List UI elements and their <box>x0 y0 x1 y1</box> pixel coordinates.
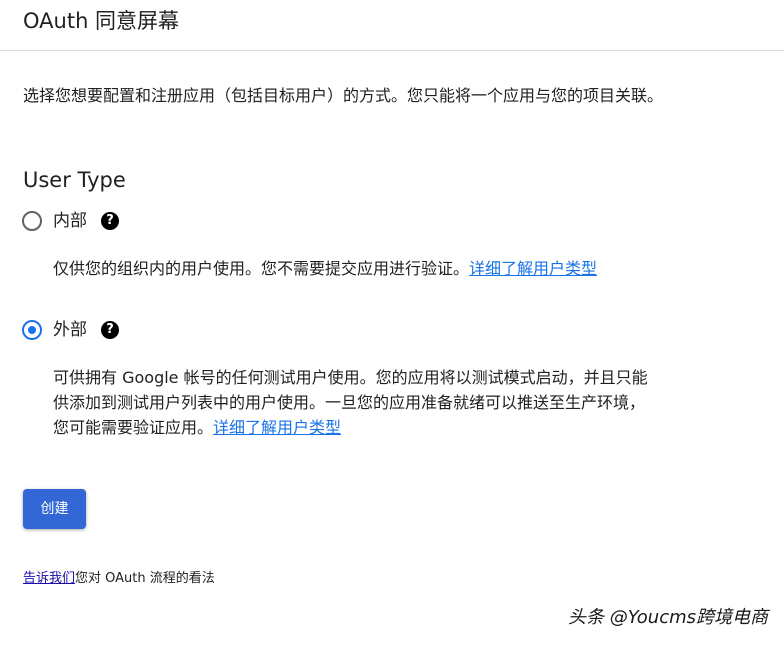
help-icon[interactable]: ? <box>101 212 119 230</box>
external-description-text: 可供拥有 Google 帐号的任何测试用户使用。您的应用将以测试模式启动，并且只… <box>53 368 648 437</box>
user-type-heading: User Type <box>23 168 126 192</box>
help-icon[interactable]: ? <box>101 321 119 339</box>
learn-more-link-internal[interactable]: 详细了解用户类型 <box>469 259 597 278</box>
create-button[interactable]: 创建 <box>23 489 86 529</box>
feedback-suffix: 您对 OAuth 流程的看法 <box>75 571 215 586</box>
page-title: OAuth 同意屏幕 <box>23 9 180 33</box>
watermark: 头条 @Youcms跨境电商 <box>568 607 768 628</box>
radio-option-external[interactable]: 外部 ? <box>22 319 119 341</box>
radio-internal[interactable] <box>22 211 42 231</box>
radio-option-internal[interactable]: 内部 ? <box>22 210 119 232</box>
internal-description-text: 仅供您的组织内的用户使用。您不需要提交应用进行验证。 <box>53 259 470 278</box>
intro-text: 选择您想要配置和注册应用（包括目标用户）的方式。您只能将一个应用与您的项目关联。 <box>23 86 664 105</box>
external-description: 可供拥有 Google 帐号的任何测试用户使用。您的应用将以测试模式启动，并且只… <box>53 365 658 440</box>
internal-description: 仅供您的组织内的用户使用。您不需要提交应用进行验证。详细了解用户类型 <box>53 256 658 281</box>
learn-more-link-external[interactable]: 详细了解用户类型 <box>213 418 341 437</box>
feedback-text: 告诉我们您对 OAuth 流程的看法 <box>23 570 215 588</box>
radio-internal-label: 内部 <box>53 211 87 231</box>
radio-external-label: 外部 <box>53 320 87 340</box>
feedback-link[interactable]: 告诉我们 <box>23 571 75 586</box>
page-header: OAuth 同意屏幕 <box>0 0 784 51</box>
radio-external[interactable] <box>22 320 42 340</box>
